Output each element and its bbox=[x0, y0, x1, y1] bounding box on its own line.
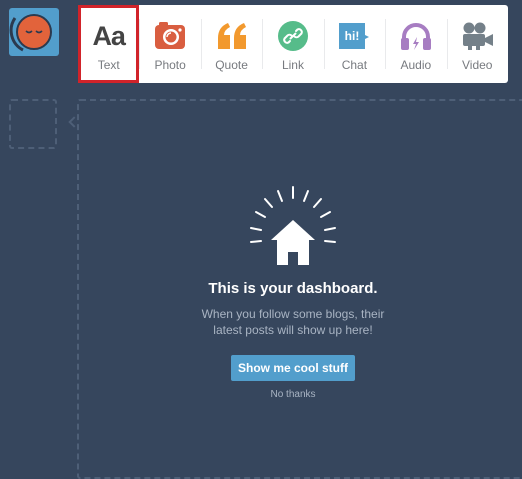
text-icon: Aa bbox=[92, 21, 126, 51]
post-video-button[interactable]: Video bbox=[446, 5, 508, 83]
post-audio-label: Audio bbox=[400, 58, 432, 72]
dashboard-subtitle: When you follow some blogs, their latest… bbox=[201, 307, 385, 337]
avatar-placeholder bbox=[9, 99, 57, 149]
show-cool-stuff-button[interactable]: Show me cool stuff bbox=[230, 355, 355, 381]
svg-text:hi!: hi! bbox=[345, 29, 360, 43]
avatar[interactable] bbox=[9, 8, 59, 56]
post-text-label: Text bbox=[97, 58, 120, 72]
camera-icon bbox=[153, 19, 187, 53]
post-chat-label: Chat bbox=[341, 58, 368, 72]
post-video-label: Video bbox=[462, 58, 493, 72]
post-link-label: Link bbox=[281, 58, 304, 72]
dashboard-title: This is your dashboard. bbox=[208, 280, 378, 297]
post-link-button[interactable]: Link bbox=[262, 5, 323, 83]
no-thanks-link[interactable]: No thanks bbox=[270, 389, 315, 400]
post-photo-label: Photo bbox=[154, 58, 186, 72]
post-photo-button[interactable]: Photo bbox=[139, 5, 200, 83]
post-text-button[interactable]: Aa Text bbox=[78, 5, 140, 83]
empty-dashboard: This is your dashboard. When you follow … bbox=[78, 182, 508, 400]
post-quote-button[interactable]: Quote bbox=[200, 5, 262, 83]
post-audio-button[interactable]: Audio bbox=[385, 5, 446, 83]
post-type-bar: Aa Text Photo Quote Link hi! Chat Audio … bbox=[78, 5, 508, 83]
headphones-icon bbox=[399, 19, 433, 53]
post-quote-label: Quote bbox=[215, 58, 248, 72]
home-icon bbox=[250, 186, 336, 265]
post-chat-button[interactable]: hi! Chat bbox=[323, 5, 385, 83]
quote-icon bbox=[215, 19, 249, 53]
link-icon bbox=[276, 19, 310, 53]
video-camera-icon bbox=[460, 19, 494, 53]
chat-icon: hi! bbox=[337, 19, 371, 53]
sleepy-face-icon bbox=[9, 14, 52, 52]
